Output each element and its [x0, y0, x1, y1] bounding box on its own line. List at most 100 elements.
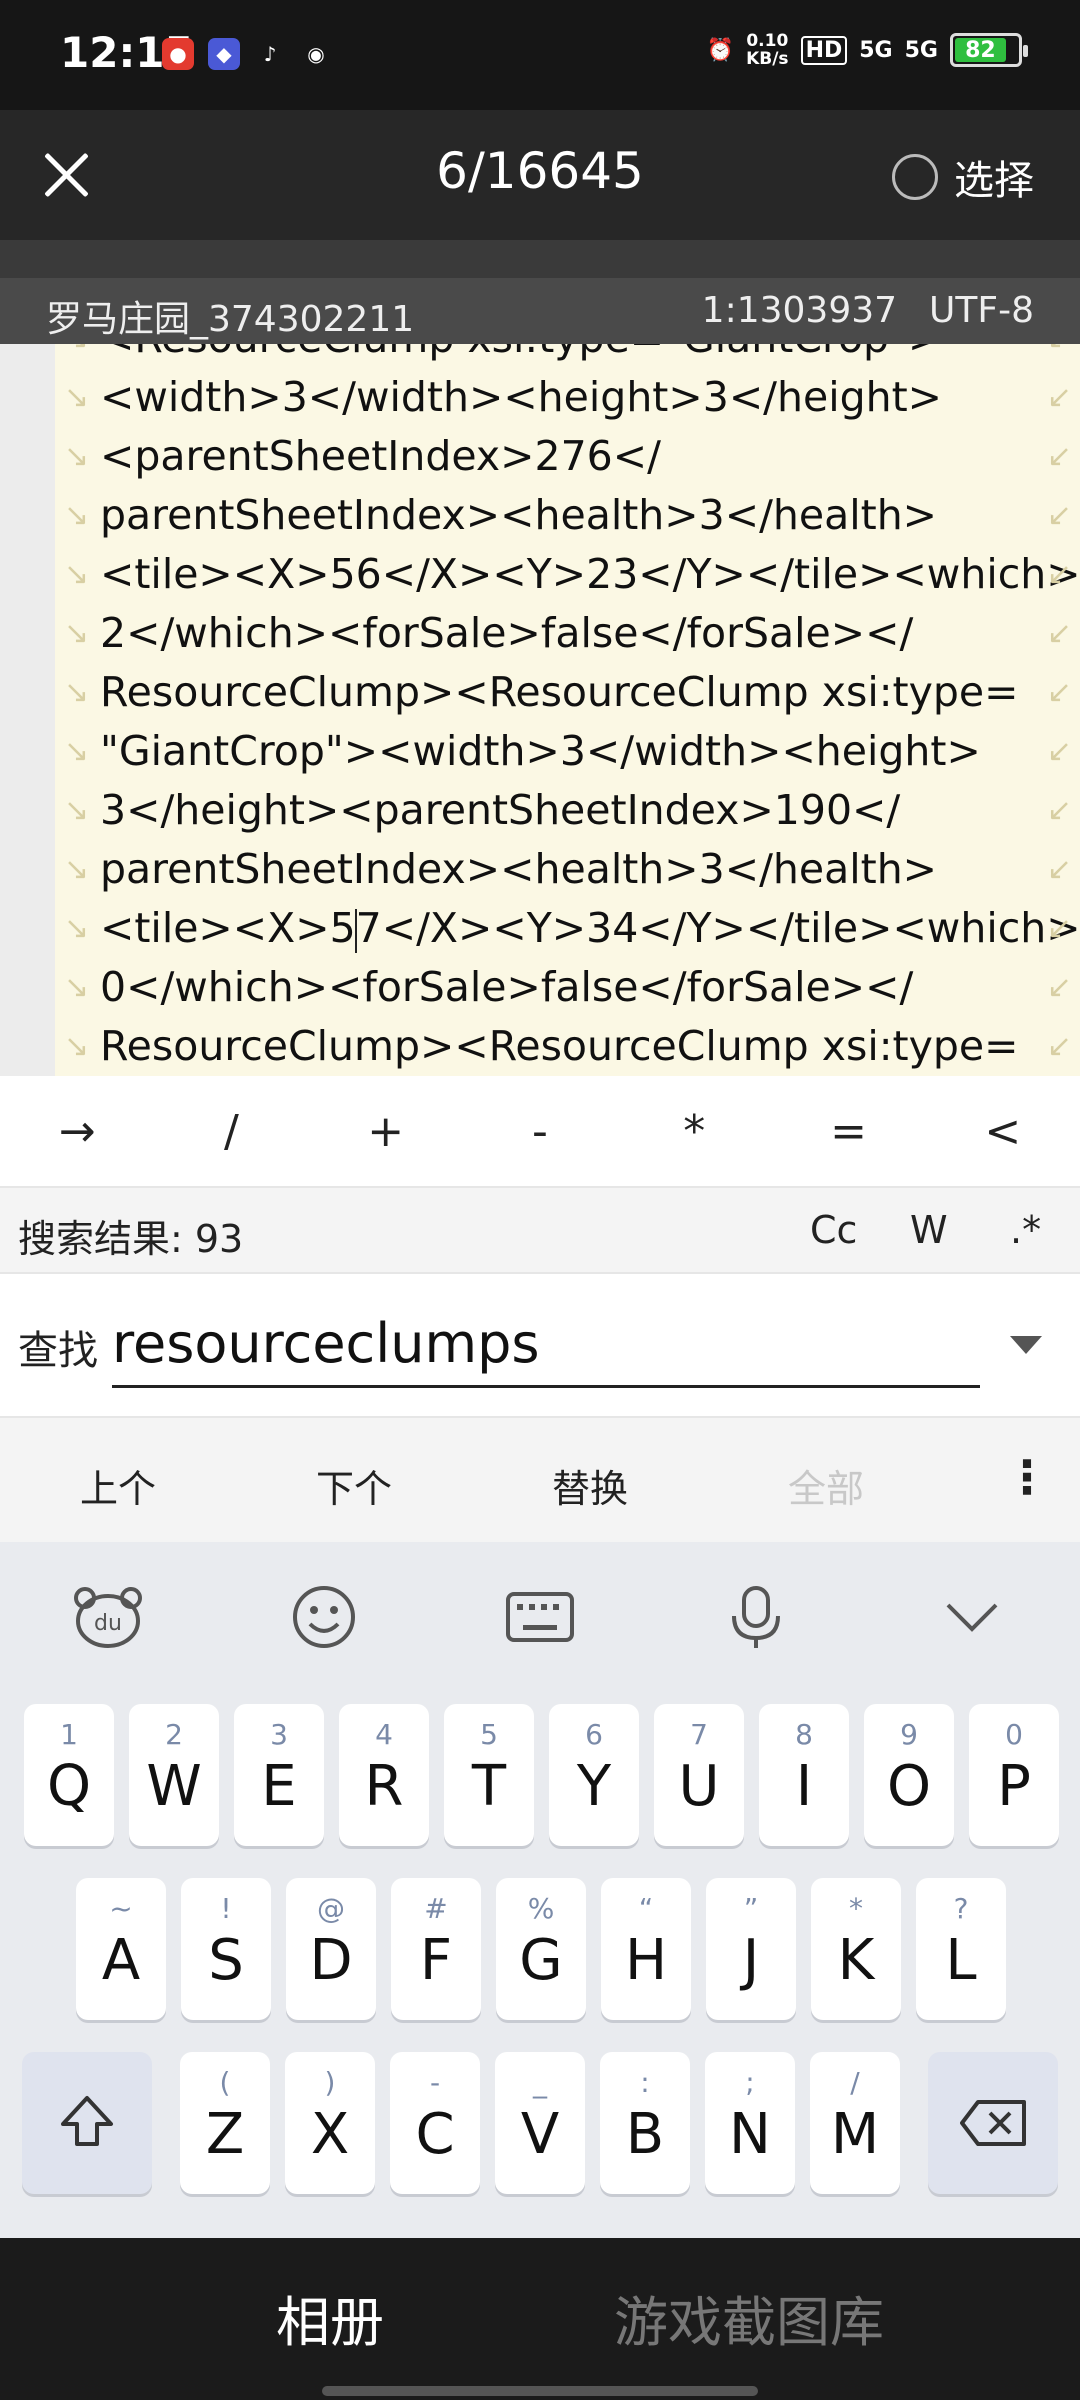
key-s[interactable]: ! S — [181, 1878, 271, 2020]
keyboard-switch-icon[interactable] — [485, 1577, 595, 1657]
shift-key[interactable] — [22, 2052, 152, 2194]
key-o[interactable]: 9O — [864, 1704, 954, 1846]
symbol-key[interactable]: → — [17, 1106, 137, 1157]
backspace-key[interactable] — [928, 2052, 1058, 2194]
file-info-bar: 罗马庄园_374302211 1:1303937 UTF-8 — [0, 278, 1080, 344]
regex-toggle[interactable]: .* — [1010, 1208, 1041, 1252]
key-m[interactable]: / M — [810, 2052, 900, 2194]
more-options-icon[interactable]: ⋮ — [1004, 1450, 1050, 1504]
editor-line[interactable]: ↘ <width>3</width><height>3</height> ↙ — [62, 368, 1080, 427]
whole-word-toggle[interactable]: W — [910, 1208, 948, 1252]
symbol-key[interactable]: < — [943, 1106, 1063, 1157]
editor-line[interactable]: ↘ <parentSheetIndex>276</ ↙ — [62, 427, 1080, 486]
editor-lines[interactable]: ↘ <ResourceClump xsi:type="GiantCrop"> ↙ ↘ <… — [62, 344, 1080, 1076]
key-f[interactable]: # F — [391, 1878, 481, 2020]
key-i[interactable]: 8I — [759, 1704, 849, 1846]
key-u[interactable]: 7U — [654, 1704, 744, 1846]
key-label: K — [837, 1928, 875, 1993]
key-h[interactable]: “H — [601, 1878, 691, 2020]
symbol-key[interactable]: - — [480, 1106, 600, 1157]
status-indicators: ⏰ 0.10 KB/s HD 5G 5G 82 — [707, 32, 1028, 68]
match-case-toggle[interactable]: Cc — [810, 1208, 857, 1252]
symbol-key[interactable]: * — [634, 1106, 754, 1157]
symbol-key[interactable]: = — [789, 1106, 909, 1157]
editor-line[interactable]: ↘ 2</which><forSale>false</forSale></ ↙ — [62, 604, 1080, 663]
key-label: N — [729, 2102, 771, 2167]
key-secondary-label: ) — [324, 2066, 336, 2099]
tab-album[interactable]: 相册 — [276, 2278, 384, 2357]
dropdown-arrow-icon[interactable] — [1010, 1336, 1042, 1354]
key-j[interactable]: ” J — [706, 1878, 796, 2020]
select-label: 选择 — [954, 158, 1034, 204]
emoji-icon[interactable] — [269, 1577, 379, 1657]
key-label: Z — [205, 2102, 245, 2167]
key-r[interactable]: 4R — [339, 1704, 429, 1846]
find-input[interactable] — [112, 1302, 980, 1388]
editor-line[interactable]: ↘ 0</which><forSale>false</forSale></ ↙ — [62, 958, 1080, 1017]
editor-line[interactable]: ↘ ResourceClump><ResourceClump xsi:type= ↙ — [62, 1017, 1080, 1076]
symbol-key[interactable]: + — [326, 1106, 446, 1157]
symbol-key[interactable]: / — [171, 1106, 291, 1157]
key-l[interactable]: ? L — [916, 1878, 1006, 2020]
du-bear-icon[interactable]: du — [53, 1577, 163, 1657]
prev-button[interactable]: 上个 — [18, 1458, 218, 1513]
replace-button[interactable]: 替换 — [490, 1458, 690, 1513]
key-w[interactable]: 2W — [129, 1704, 219, 1846]
editor-line[interactable]: ↘ "GiantCrop"><width>3</width><height> ↙ — [62, 722, 1080, 781]
key-x[interactable]: ) X — [285, 2052, 375, 2194]
wrap-break-icon: ↙ — [1046, 498, 1072, 533]
home-indicator[interactable] — [322, 2386, 758, 2396]
wrap-continue-icon: ↘ — [64, 380, 90, 415]
key-d[interactable]: @ D — [286, 1878, 376, 2020]
replace-all-button[interactable]: 全部 — [726, 1458, 926, 1513]
tab-game-gallery[interactable]: 游戏截图库 — [614, 2278, 884, 2357]
editor-line[interactable]: ↘ 3</height><parentSheetIndex>190</ ↙ — [62, 781, 1080, 840]
key-b[interactable]: :B — [600, 2052, 690, 2194]
key-e[interactable]: 3E — [234, 1704, 324, 1846]
editor-line[interactable]: ↘ <ResourceClump xsi:type="GiantCrop"> ↙ — [62, 344, 1080, 368]
select-toggle[interactable]: 选择 — [892, 148, 1034, 206]
editor-line[interactable]: ↘ <tile><X>56</X><Y>23</Y></tile><which> ↙ — [62, 545, 1080, 604]
wrap-break-icon: ↙ — [1046, 439, 1072, 474]
app-icon-red: ● — [162, 38, 194, 70]
radio-icon[interactable] — [892, 154, 938, 200]
key-q[interactable]: 1Q — [24, 1704, 114, 1846]
key-label: G — [519, 1928, 563, 1993]
encoding-label[interactable]: UTF-8 — [929, 290, 1034, 331]
key-v[interactable]: _ V — [495, 2052, 585, 2194]
key-g[interactable]: % G — [496, 1878, 586, 2020]
editor-line[interactable]: ↘ parentSheetIndex><health>3</health> ↙ — [62, 486, 1080, 545]
next-button[interactable]: 下个 — [254, 1458, 454, 1513]
microphone-icon[interactable] — [701, 1577, 811, 1657]
key-label: J — [742, 1928, 760, 1993]
text-editor[interactable]: ↘ <ResourceClump xsi:type="GiantCrop"> ↙ ↘ <… — [0, 344, 1080, 1076]
key-secondary-label: 5 — [480, 1718, 498, 1751]
close-icon[interactable] — [40, 148, 92, 200]
editor-line[interactable]: ↘ ResourceClump><ResourceClump xsi:type= ↙ — [62, 663, 1080, 722]
key-secondary-label: 2 — [165, 1718, 183, 1751]
battery-icon: 82 — [950, 33, 1028, 67]
wrap-continue-icon: ↘ — [64, 852, 90, 887]
editor-line-text: 0</which><forSale>false</forSale></ — [100, 963, 914, 1011]
hd-icon: HD — [800, 35, 848, 65]
key-z[interactable]: (Z — [180, 2052, 270, 2194]
wrap-continue-icon: ↘ — [64, 1029, 90, 1064]
backspace-icon — [960, 2100, 1026, 2146]
key-secondary-label: 0 — [1005, 1718, 1023, 1751]
key-c[interactable]: -C — [390, 2052, 480, 2194]
collapse-keyboard-icon[interactable] — [917, 1577, 1027, 1657]
editor-line-text: ResourceClump><ResourceClump xsi:type= — [100, 1022, 1019, 1070]
key-a[interactable]: ~ A — [76, 1878, 166, 2020]
key-secondary-label: ! — [220, 1892, 232, 1925]
key-p[interactable]: 0P — [969, 1704, 1059, 1846]
key-n[interactable]: ; N — [705, 2052, 795, 2194]
key-t[interactable]: 5T — [444, 1704, 534, 1846]
editor-line-text: parentSheetIndex><health>3</health> — [100, 845, 938, 893]
signal-5g-icon-1: 5G — [859, 37, 893, 63]
key-y[interactable]: 6Y — [549, 1704, 639, 1846]
key-k[interactable]: * K — [811, 1878, 901, 2020]
editor-line[interactable]: ↘ parentSheetIndex><health>3</health> ↙ — [62, 840, 1080, 899]
wrap-continue-icon: ↘ — [64, 344, 89, 368]
editor-line[interactable]: ↘ <tile><X>57</X><Y>34</Y></tile><which> ↙ — [62, 899, 1080, 958]
key-label: E — [261, 1754, 297, 1819]
